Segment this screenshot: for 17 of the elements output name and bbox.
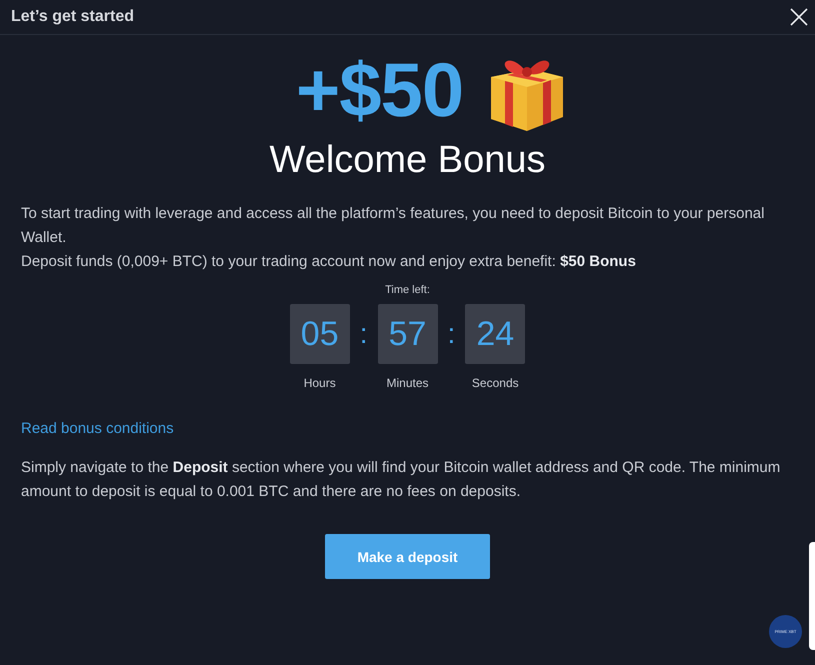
countdown-unit-label: Hours bbox=[304, 376, 336, 390]
countdown-value: 24 bbox=[465, 304, 526, 364]
countdown-value: 57 bbox=[378, 304, 438, 364]
time-separator: : bbox=[448, 317, 456, 351]
time-separator: : bbox=[360, 317, 368, 351]
bonus-conditions-link[interactable]: Read bonus conditions bbox=[21, 420, 174, 437]
time-left-label: Time left: bbox=[385, 284, 430, 296]
instructions-text: Simply navigate to the Deposit section where you will find your Bitcoin wallet address and QR code. The minimum amount to deposit is equal to 0.001 BTC and there are no fees on deposits. bbox=[21, 458, 782, 502]
bonus-title: Welcome Bonus bbox=[268, 139, 546, 182]
intro-text: To start trading with leverage and access all the platform’s features, you need to deposit Bitcoin to your personal Wallet. bbox=[21, 204, 766, 248]
countdown-unit-label: Seconds bbox=[472, 376, 519, 390]
intro-text: Deposit funds (0,009+ BTC) to your trading account now and enjoy extra benefit: $50 Bonus bbox=[21, 252, 637, 272]
close-icon[interactable] bbox=[789, 7, 809, 27]
countdown-unit-label: Minutes bbox=[386, 376, 429, 390]
bonus-amount: +$50 bbox=[296, 46, 464, 134]
countdown-value: 05 bbox=[290, 304, 350, 364]
window-title: Let’s get started bbox=[11, 8, 134, 26]
